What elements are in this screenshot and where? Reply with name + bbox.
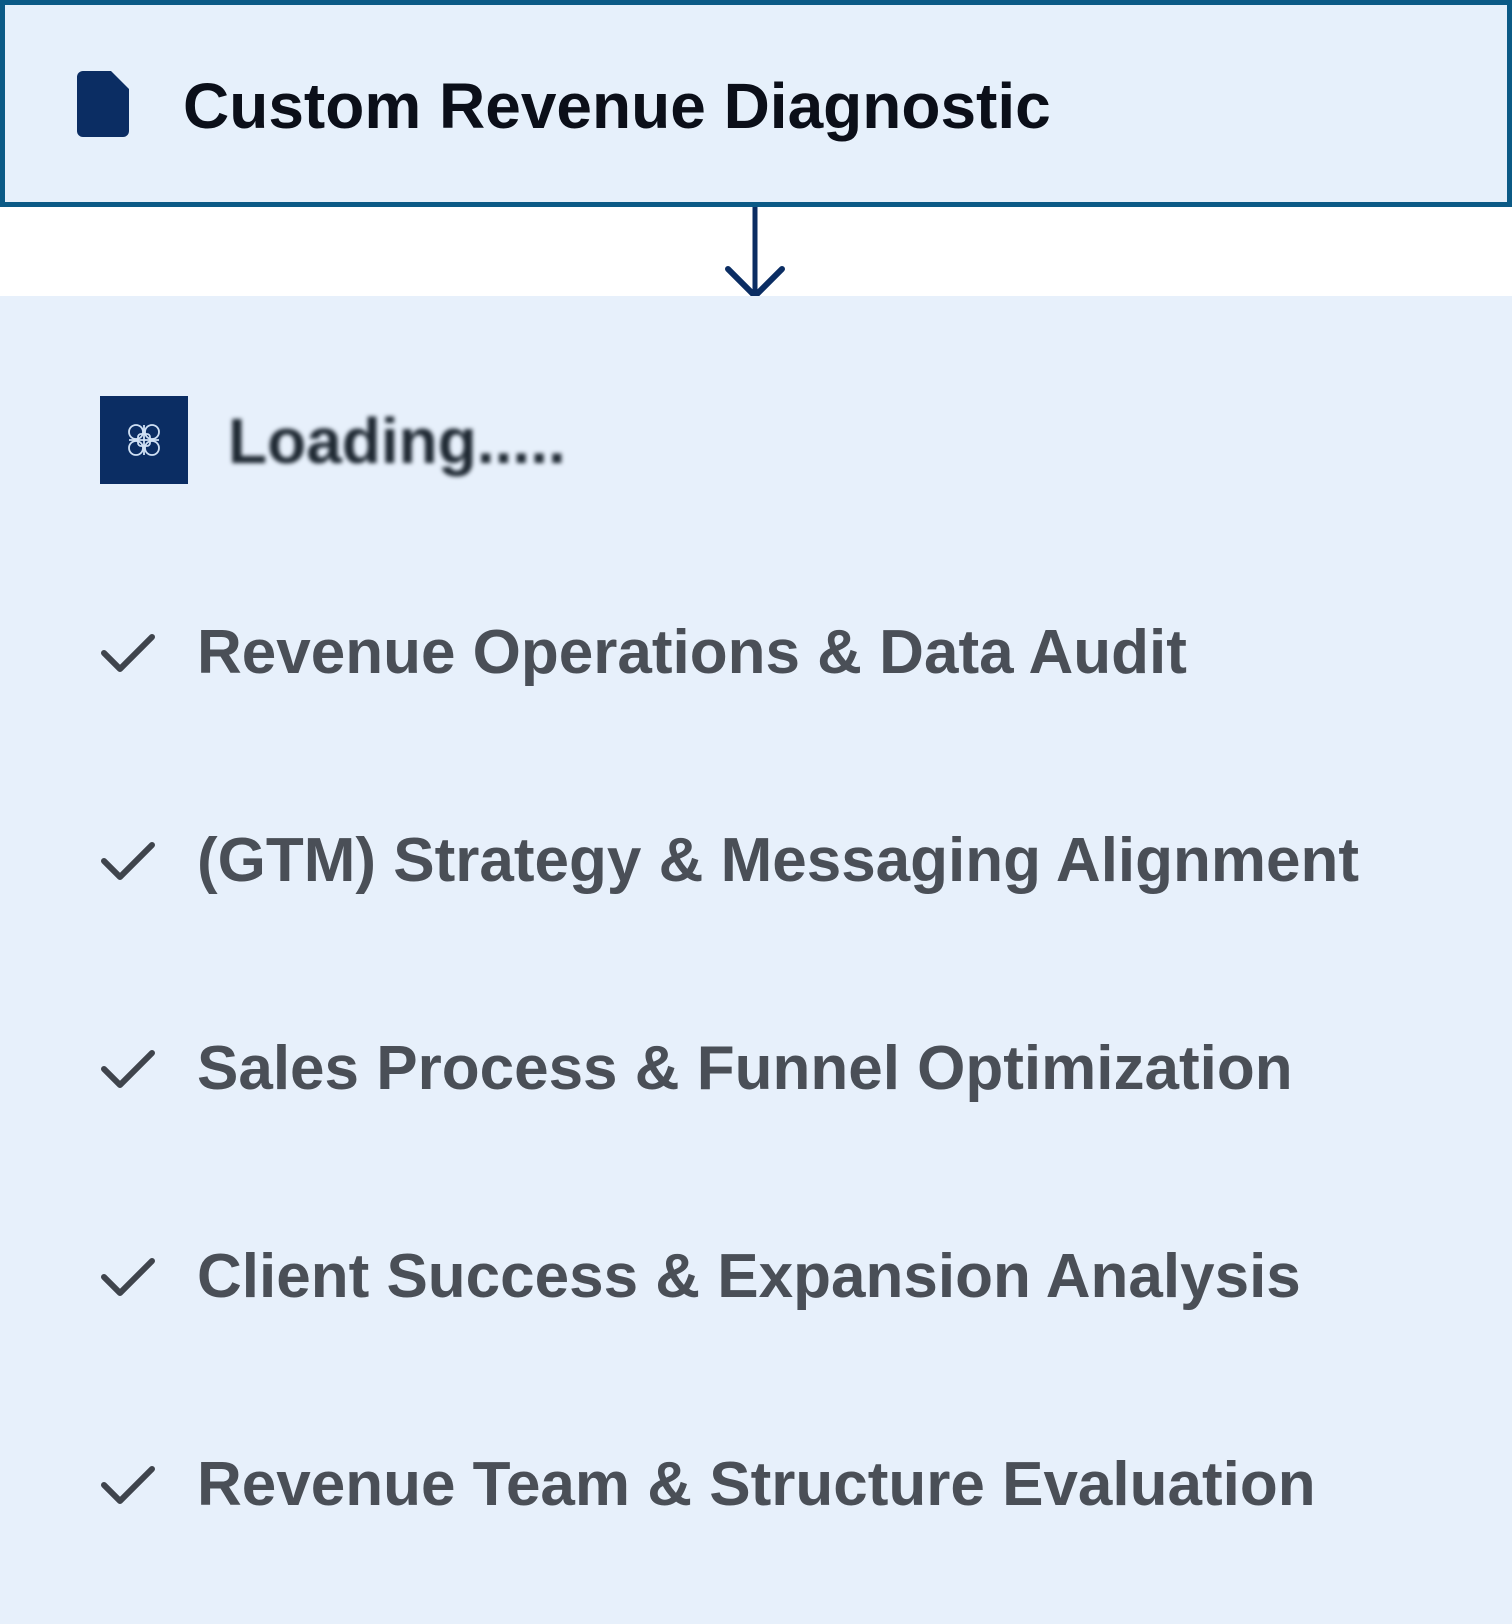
checkmark-icon bbox=[101, 1258, 155, 1296]
checkmark-icon bbox=[101, 1050, 155, 1088]
diagnostic-panel: Loading..... Revenue Operations & Data A… bbox=[0, 296, 1512, 1624]
checkmark-icon bbox=[101, 842, 155, 880]
diagnostic-checklist: Revenue Operations & Data Audit (GTM) St… bbox=[0, 296, 1512, 1624]
list-item-label: Client Success & Expansion Analysis bbox=[197, 1242, 1301, 1311]
list-item-label: Revenue Team & Structure Evaluation bbox=[197, 1450, 1316, 1519]
page-title: Custom Revenue Diagnostic bbox=[183, 70, 1051, 142]
list-item: (GTM) Strategy & Messaging Alignment bbox=[100, 823, 1500, 903]
list-item: Sales Process & Funnel Optimization bbox=[100, 1031, 1500, 1111]
header-card: Custom Revenue Diagnostic bbox=[0, 0, 1512, 207]
list-item: Revenue Operations & Data Audit bbox=[100, 615, 1500, 695]
list-item-label: (GTM) Strategy & Messaging Alignment bbox=[197, 826, 1360, 895]
checkmark-icon bbox=[101, 1466, 155, 1504]
list-item-label: Sales Process & Funnel Optimization bbox=[197, 1034, 1293, 1103]
list-item-label: Revenue Operations & Data Audit bbox=[197, 618, 1187, 687]
arrow-down-icon bbox=[725, 207, 785, 299]
checkmark-icon bbox=[101, 634, 155, 672]
list-item: Client Success & Expansion Analysis bbox=[100, 1239, 1500, 1319]
list-item: Revenue Team & Structure Evaluation bbox=[100, 1447, 1500, 1527]
document-icon bbox=[77, 71, 129, 137]
